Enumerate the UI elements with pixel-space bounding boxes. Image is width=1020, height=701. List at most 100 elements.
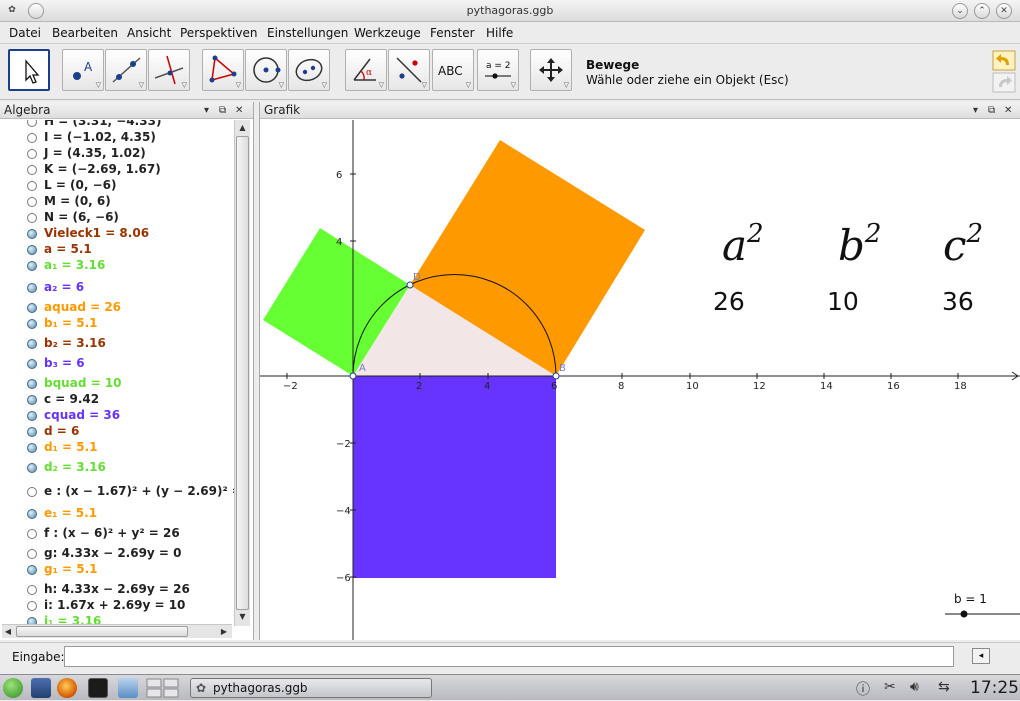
file-manager-icon[interactable] bbox=[118, 678, 138, 698]
visibility-toggle[interactable] bbox=[27, 197, 37, 207]
graphics-menu-icon[interactable]: ▾ bbox=[973, 103, 978, 119]
visibility-toggle[interactable] bbox=[27, 120, 37, 127]
title-bar: ✿ pythagoras.ggb ⌄ ⌃ ✕ bbox=[0, 0, 1020, 22]
desktop-icon[interactable] bbox=[31, 678, 51, 698]
menu-werkzeuge[interactable]: Werkzeuge bbox=[354, 26, 421, 40]
formula-b-squared[interactable]: b2 bbox=[838, 219, 881, 270]
visibility-toggle[interactable] bbox=[27, 213, 37, 223]
visibility-toggle[interactable] bbox=[27, 463, 37, 473]
angle-tool-button[interactable]: α ▽ bbox=[345, 49, 387, 91]
algebra-row-text: c = 9.42 bbox=[44, 392, 100, 406]
taskbar-window-button[interactable]: ✿ pythagoras.ggb bbox=[190, 678, 432, 698]
view-menu-icon[interactable]: ▾ bbox=[204, 103, 209, 119]
menu-datei[interactable]: Datei bbox=[9, 26, 41, 40]
visibility-toggle[interactable] bbox=[27, 379, 37, 389]
algebra-horizontal-scrollbar[interactable]: ◀ ▶ bbox=[2, 624, 232, 638]
perpendicular-tool-button[interactable]: ▽ bbox=[148, 49, 190, 91]
x-tick-label: 18 bbox=[954, 381, 967, 392]
volume-icon[interactable]: 🔊︎ bbox=[910, 679, 919, 695]
menu-bearbeiten[interactable]: Bearbeiten bbox=[52, 26, 118, 40]
square-c[interactable] bbox=[353, 376, 556, 578]
visibility-toggle[interactable] bbox=[27, 245, 37, 255]
visibility-toggle[interactable] bbox=[27, 443, 37, 453]
visibility-toggle[interactable] bbox=[27, 229, 37, 239]
visibility-toggle[interactable] bbox=[27, 149, 37, 159]
visibility-toggle[interactable] bbox=[27, 585, 37, 595]
visibility-toggle[interactable] bbox=[27, 427, 37, 437]
algebra-row-text: aquad = 26 bbox=[44, 300, 122, 314]
minimize-icon[interactable]: ⌄ bbox=[952, 3, 968, 19]
network-icon[interactable]: ⇆ bbox=[938, 679, 950, 695]
visibility-toggle[interactable] bbox=[27, 529, 37, 539]
menu-perspektiven[interactable]: Perspektiven bbox=[180, 26, 257, 40]
scroll-thumb-horizontal[interactable] bbox=[16, 626, 188, 637]
scroll-right-icon[interactable]: ▶ bbox=[218, 625, 230, 638]
undo-icon[interactable] bbox=[992, 50, 1016, 71]
move-view-tool-button[interactable]: ▽ bbox=[530, 49, 572, 91]
algebra-row-text: H = (3.31, −4.33) bbox=[44, 120, 162, 128]
value-c-squared[interactable]: 36 bbox=[942, 287, 974, 316]
algebra-row-text: b₁ = 5.1 bbox=[44, 316, 98, 330]
algebra-vertical-scrollbar[interactable]: ▲ ▼ bbox=[234, 120, 250, 626]
firefox-icon[interactable] bbox=[57, 678, 77, 698]
scroll-up-icon[interactable]: ▲ bbox=[236, 121, 249, 135]
scissors-icon[interactable]: ✂ bbox=[884, 679, 896, 695]
maximize-icon[interactable]: ⌃ bbox=[974, 3, 990, 19]
start-menu-icon[interactable] bbox=[3, 678, 23, 698]
line-tool-button[interactable]: ▽ bbox=[105, 49, 147, 91]
visibility-toggle[interactable] bbox=[27, 565, 37, 575]
visibility-toggle[interactable] bbox=[27, 395, 37, 405]
visibility-toggle[interactable] bbox=[27, 261, 37, 271]
menu-fenster[interactable]: Fenster bbox=[430, 26, 475, 40]
polygon-tool-button[interactable]: ▽ bbox=[202, 49, 244, 91]
slider-tool-button[interactable]: a = 2 ▽ bbox=[477, 49, 519, 91]
visibility-toggle[interactable] bbox=[27, 601, 37, 611]
visibility-toggle[interactable] bbox=[27, 165, 37, 175]
scroll-left-icon[interactable]: ◀ bbox=[2, 625, 14, 638]
menu-einstellungen[interactable]: Einstellungen bbox=[267, 26, 348, 40]
redo-icon[interactable] bbox=[992, 72, 1016, 93]
move-tool-button[interactable] bbox=[8, 49, 50, 91]
visibility-toggle[interactable] bbox=[27, 181, 37, 191]
scroll-down-icon[interactable]: ▼ bbox=[236, 610, 249, 624]
visibility-toggle[interactable] bbox=[27, 339, 37, 349]
undock-icon[interactable]: ⧉ bbox=[219, 103, 226, 119]
visibility-toggle[interactable] bbox=[27, 487, 37, 497]
visibility-toggle[interactable] bbox=[27, 303, 37, 313]
point-tool-button[interactable]: A ▽ bbox=[62, 49, 104, 91]
graphics-undock-icon[interactable]: ⧉ bbox=[988, 103, 995, 119]
scroll-thumb[interactable] bbox=[236, 136, 249, 610]
visibility-toggle[interactable] bbox=[27, 509, 37, 519]
text-tool-button[interactable]: ABC ▽ bbox=[432, 49, 474, 91]
input-help-icon[interactable]: ◂ bbox=[972, 648, 990, 664]
visibility-toggle[interactable] bbox=[27, 411, 37, 421]
close-icon[interactable]: ✕ bbox=[996, 3, 1012, 19]
slider-b[interactable]: b = 1 bbox=[945, 592, 1020, 618]
graphics-canvas[interactable]: −2 2 4 6 8 10 12 14 16 18 6 4 −2 −4 −6 A B D a2 b2 c2… bbox=[260, 120, 1020, 640]
x-tick-label: 2 bbox=[416, 381, 422, 392]
close-view-icon[interactable]: ✕ bbox=[235, 103, 243, 119]
svg-text:α: α bbox=[366, 68, 372, 78]
formula-c-squared[interactable]: c2 bbox=[943, 219, 983, 270]
visibility-toggle[interactable] bbox=[27, 549, 37, 559]
value-a-squared[interactable]: 26 bbox=[713, 287, 745, 316]
terminal-icon[interactable] bbox=[88, 678, 108, 698]
menu-hilfe[interactable]: Hilfe bbox=[486, 26, 513, 40]
circle-tool-button[interactable]: ▽ bbox=[245, 49, 287, 91]
formula-a-squared[interactable]: a2 bbox=[722, 219, 764, 270]
workspace-switcher[interactable] bbox=[146, 678, 180, 698]
reflect-icon bbox=[396, 57, 422, 83]
visibility-toggle[interactable] bbox=[27, 319, 37, 329]
x-tick-label: 4 bbox=[484, 381, 490, 392]
visibility-toggle[interactable] bbox=[27, 359, 37, 369]
menu-ansicht[interactable]: Ansicht bbox=[127, 26, 171, 40]
graphics-close-icon[interactable]: ✕ bbox=[1004, 103, 1012, 119]
value-b-squared[interactable]: 10 bbox=[827, 287, 859, 316]
visibility-toggle[interactable] bbox=[27, 133, 37, 143]
algebra-row-text: g₁ = 5.1 bbox=[44, 562, 98, 576]
conic-tool-button[interactable]: ▽ bbox=[288, 49, 330, 91]
input-field[interactable] bbox=[64, 646, 954, 667]
info-icon[interactable]: ⓘ bbox=[856, 679, 870, 699]
visibility-toggle[interactable] bbox=[27, 283, 37, 293]
reflect-tool-button[interactable]: ▽ bbox=[388, 49, 430, 91]
